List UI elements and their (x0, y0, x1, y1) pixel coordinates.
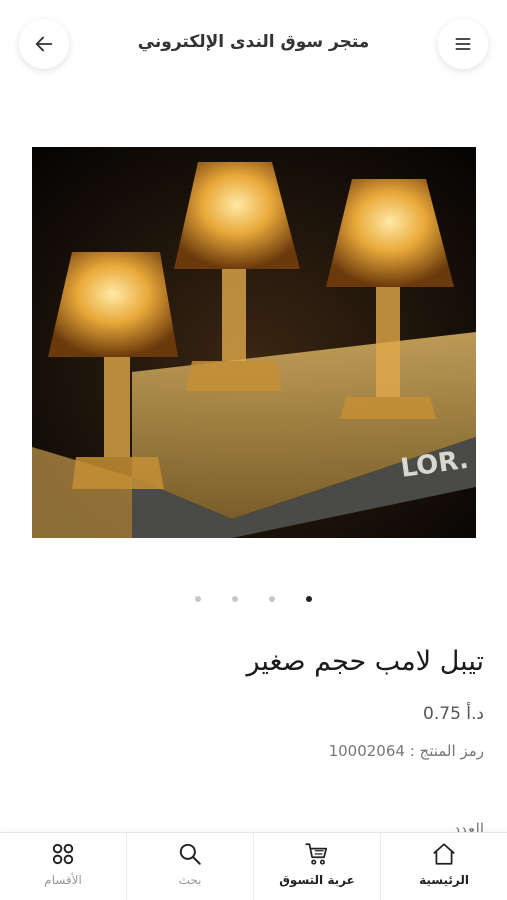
store-title: متجر سوق الندى الإلكتروني (137, 32, 370, 52)
hamburger-menu-icon (455, 38, 471, 50)
search-icon (179, 843, 201, 865)
nav-label: الرئيسية (419, 873, 469, 887)
product-sku: رمز المنتج : 10002064 (328, 742, 484, 760)
bottom-navigation: الأقسام بحث عربة التسوق الرئيسية (0, 832, 507, 900)
app-header: متجر سوق الندى الإلكتروني (0, 0, 507, 88)
nav-label: عربة التسوق (279, 873, 355, 887)
carousel-dot[interactable] (232, 596, 238, 602)
carousel-dot-active[interactable] (306, 596, 312, 602)
product-name: تيبل لامب حجم صغير (246, 646, 484, 677)
product-image[interactable]: LOR. (32, 147, 476, 538)
nav-item-home[interactable]: الرئيسية (380, 833, 507, 900)
back-button[interactable] (19, 19, 69, 69)
nav-label: بحث (178, 873, 202, 887)
arrow-left-icon (35, 36, 53, 52)
carousel-dot[interactable] (195, 596, 201, 602)
carousel-dot[interactable] (269, 596, 275, 602)
menu-button[interactable] (438, 19, 488, 69)
nav-item-cart[interactable]: عربة التسوق (253, 833, 380, 900)
nav-item-search[interactable]: بحث (126, 833, 253, 900)
home-icon (433, 843, 455, 865)
categories-grid-icon (52, 843, 74, 865)
carousel-dots (0, 596, 507, 602)
shopping-cart-icon (305, 843, 328, 865)
nav-label: الأقسام (44, 873, 82, 887)
lamp-photo: LOR. (32, 147, 476, 538)
product-price: 0.75 د.أ (423, 704, 484, 724)
nav-item-categories[interactable]: الأقسام (0, 833, 126, 900)
